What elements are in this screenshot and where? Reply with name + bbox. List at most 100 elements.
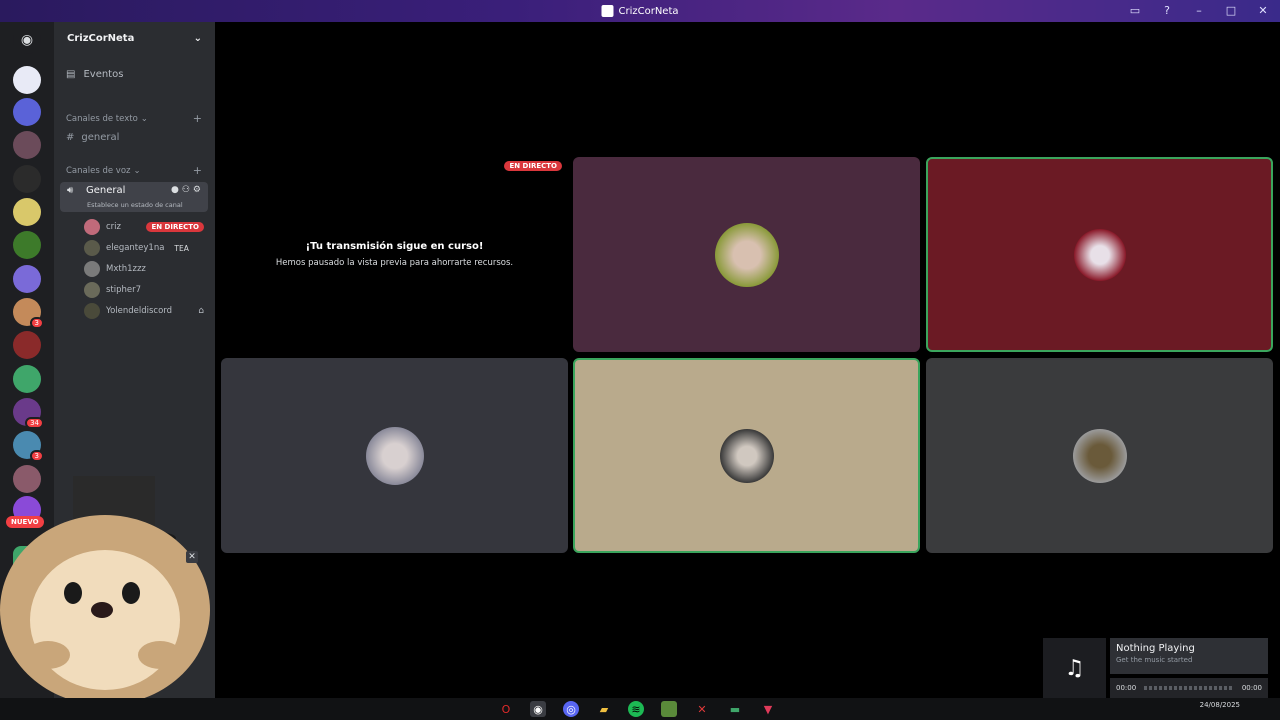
server-item[interactable] (13, 66, 41, 94)
system-clock[interactable]: 24/08/2025 (1200, 701, 1240, 709)
hash-icon: # (66, 132, 75, 143)
voice-user[interactable]: elegantey1na TEA (84, 240, 204, 256)
inbox-icon[interactable]: ▭ (1128, 3, 1142, 17)
voice-user[interactable]: stipher7 (84, 282, 204, 298)
events-label: Eventos (83, 69, 124, 80)
track-subtitle: Get the music started (1116, 656, 1193, 664)
voice-user[interactable]: Yolendeldiscord ⌂ (84, 303, 204, 319)
voice-channel-actions[interactable]: ●⚇⚙ (171, 185, 204, 195)
server-item[interactable] (13, 365, 41, 393)
obs-icon[interactable]: ◉ (530, 701, 546, 717)
category-label: Canales de texto (66, 113, 138, 124)
chevron-down-icon: ⌄ (140, 113, 148, 124)
server-item[interactable] (13, 98, 41, 126)
mention-badge: 34 (25, 417, 44, 429)
participant-tile[interactable] (221, 358, 568, 553)
close-window-button[interactable]: ✕ (1256, 3, 1270, 17)
avatar (365, 426, 424, 485)
server-item[interactable]: 3 (13, 298, 44, 329)
music-progress[interactable]: 00:00 00:00 (1110, 678, 1268, 698)
voice-stage: EN DIRECTO ¡Tu transmisión sigue en curs… (215, 22, 1280, 698)
folder-icon[interactable]: ▰ (596, 701, 612, 717)
server-header[interactable]: CrizCorNeta ⌄ (54, 22, 215, 54)
help-icon[interactable]: ? (1160, 3, 1174, 17)
server-item[interactable] (13, 198, 41, 226)
participant-tile[interactable] (926, 157, 1273, 352)
server-item[interactable] (13, 131, 41, 159)
voice-user[interactable]: Mxth1zzz (84, 261, 204, 277)
app-icon[interactable]: ▼ (760, 701, 776, 717)
activity-label: TEA (174, 243, 189, 253)
music-note-icon[interactable]: ♫ (1043, 638, 1106, 698)
user-name: stipher7 (106, 285, 142, 295)
stream-subtitle: Hemos pausado la vista previa para ahorr… (275, 258, 514, 268)
mention-badge: 3 (29, 317, 44, 329)
discord-home-icon[interactable]: ◉ (13, 26, 41, 54)
time-start: 00:00 (1116, 684, 1137, 692)
terminal-icon[interactable]: ▬ (727, 701, 743, 717)
time-end: 00:00 (1241, 684, 1262, 692)
server-item[interactable]: 3 (13, 431, 44, 462)
avatar (719, 428, 774, 483)
voice-channel-general[interactable]: 🔊︎ General Establece un estado de canal … (60, 182, 208, 212)
voice-category[interactable]: Canales de voz ⌄ + (66, 164, 202, 177)
voice-user[interactable]: criz EN DIRECTO (84, 219, 204, 235)
window-title: CrizCorNeta (618, 5, 679, 17)
hedgehog-mascot-image (0, 476, 210, 700)
live-badge: EN DIRECTO (504, 161, 562, 171)
speaker-icon: 🔊︎ (67, 185, 74, 196)
channel-status[interactable]: Establece un estado de canal (87, 201, 183, 209)
server-name: CrizCorNeta (67, 32, 135, 44)
server-item[interactable] (13, 331, 41, 359)
mention-badge: 3 (29, 450, 44, 462)
channel-general[interactable]: # general (66, 132, 119, 143)
live-badge: EN DIRECTO (146, 222, 204, 232)
window-title-group: CrizCorNeta (601, 5, 679, 17)
avatar (84, 240, 100, 256)
date-label: 24/08/2025 (1199, 701, 1240, 709)
minimize-button[interactable]: – (1192, 3, 1206, 17)
spotify-icon[interactable]: ≋ (628, 701, 644, 717)
user-name: Yolendeldiscord (106, 306, 173, 316)
avatar (1072, 428, 1127, 483)
add-channel-icon[interactable]: + (193, 112, 202, 125)
calendar-icon: ▤ (66, 69, 76, 80)
avatar (84, 219, 100, 235)
chevron-down-icon: ⌄ (193, 32, 202, 44)
user-name: Mxth1zzz (106, 264, 146, 274)
music-widget: ♫ Nothing Playing Get the music started … (1043, 638, 1268, 698)
events-item[interactable]: ▤ Eventos (66, 69, 123, 80)
participant-tile[interactable] (926, 358, 1273, 553)
server-item[interactable] (13, 265, 41, 293)
stream-preview-tile[interactable]: EN DIRECTO ¡Tu transmisión sigue en curs… (221, 157, 568, 352)
opera-icon[interactable]: O (498, 701, 514, 717)
server-item[interactable] (13, 165, 41, 193)
progress-bar[interactable] (1144, 686, 1234, 690)
minecraft-icon[interactable] (661, 701, 677, 717)
participant-tile[interactable] (573, 358, 920, 553)
playstation-icon: ⌂ (198, 306, 204, 316)
chevron-down-icon: ⌄ (133, 165, 141, 176)
app-icon[interactable]: ✕ (694, 701, 710, 717)
avatar (84, 303, 100, 319)
text-category[interactable]: Canales de texto ⌄ + (66, 112, 202, 125)
server-item[interactable] (13, 231, 41, 259)
discord-icon[interactable]: ◎ (563, 701, 579, 717)
channel-label: general (81, 132, 120, 143)
taskbar: O ◉ ◎ ▰ ≋ ✕ ▬ ▼ 24/08/2025 (0, 698, 1280, 720)
avatar (84, 282, 100, 298)
add-channel-icon[interactable]: + (193, 164, 202, 177)
category-label: Canales de voz (66, 165, 131, 176)
stream-title: ¡Tu transmisión sigue en curso! (305, 241, 484, 252)
avatar (714, 222, 779, 287)
track-title: Nothing Playing (1116, 643, 1195, 654)
maximize-button[interactable]: □ (1224, 3, 1238, 17)
title-bar: CrizCorNeta ▭ ? – □ ✕ (0, 0, 1280, 22)
participant-tile[interactable] (573, 157, 920, 352)
user-name: criz (106, 222, 121, 232)
server-item[interactable]: 34 (13, 398, 44, 429)
user-name: elegantey1na (106, 243, 165, 253)
avatar (84, 261, 100, 277)
avatar (1073, 228, 1126, 281)
close-overlay-button[interactable]: ✕ (186, 551, 198, 563)
